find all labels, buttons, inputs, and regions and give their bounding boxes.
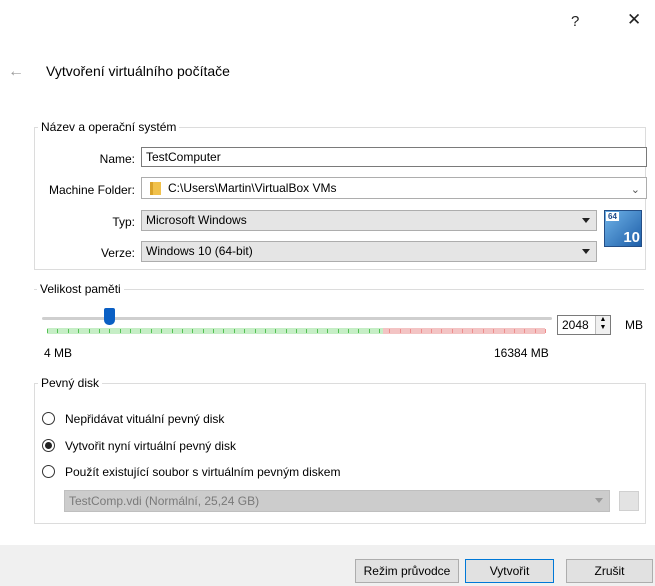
slider-tick	[306, 329, 307, 333]
version-value: Windows 10 (64-bit)	[146, 244, 253, 258]
slider-tick	[389, 329, 390, 333]
os-badge-10: 10	[623, 229, 640, 246]
slider-tick	[410, 329, 411, 333]
slider-tick	[524, 329, 525, 333]
name-label: Name:	[99, 152, 135, 166]
dialog-title: Vytvoření virtuálního počítače	[46, 63, 230, 79]
radio-no-disk-label: Nepřidávat vituální pevný disk	[65, 412, 225, 426]
slider-tick	[99, 329, 100, 333]
slider-tick	[255, 329, 256, 333]
dropdown-arrow-icon	[595, 498, 603, 503]
slider-tick	[296, 329, 297, 333]
slider-tick	[89, 329, 90, 333]
memory-spinbox[interactable]: 2048 ▲ ▼	[557, 315, 611, 335]
name-os-legend: Název a operační systém	[41, 120, 177, 134]
existing-disk-value: TestComp.vdi (Normální, 25,24 GB)	[69, 494, 260, 508]
memory-value: 2048	[562, 318, 589, 332]
cancel-button[interactable]: Zrušit	[566, 559, 653, 583]
slider-tick	[203, 329, 204, 333]
slider-tick	[244, 329, 245, 333]
slider-tick	[400, 329, 401, 333]
type-label: Typ:	[112, 215, 135, 229]
slider-tick	[265, 329, 266, 333]
back-arrow-icon[interactable]: ←	[8, 63, 24, 81]
slider-tick	[545, 329, 546, 333]
slider-tick	[462, 329, 463, 333]
slider-tick	[535, 329, 536, 333]
version-select[interactable]: Windows 10 (64-bit)	[141, 241, 597, 262]
dropdown-arrow-icon	[582, 218, 590, 223]
slider-tick	[161, 329, 162, 333]
slider-tick	[68, 329, 69, 333]
spin-arrows-icon[interactable]: ▲ ▼	[595, 316, 610, 334]
slider-tick	[130, 329, 131, 333]
slider-tick	[379, 329, 380, 333]
radio-no-disk[interactable]	[42, 412, 55, 425]
type-select[interactable]: Microsoft Windows	[141, 210, 597, 231]
memory-unit: MB	[625, 318, 643, 332]
folder-icon	[150, 182, 161, 195]
slider-tick	[317, 329, 318, 333]
help-button[interactable]: ?	[571, 13, 579, 30]
memory-min-label: 4 MB	[44, 346, 73, 360]
slider-tick	[493, 329, 494, 333]
radio-existing-disk-label: Použít existující soubor s virtuálním pe…	[65, 465, 341, 479]
slider-tick	[140, 329, 141, 333]
radio-create-disk-label: Vytvořit nyní virtuální pevný disk	[65, 439, 236, 453]
os-badge-64: 64	[606, 212, 619, 221]
slider-tick	[483, 329, 484, 333]
version-label: Verze:	[100, 246, 135, 260]
slider-tick	[421, 329, 422, 333]
slider-tick	[78, 329, 79, 333]
wizard-mode-button[interactable]: Režim průvodce	[355, 559, 459, 583]
slider-ticks	[47, 328, 546, 334]
slider-tick	[182, 329, 183, 333]
footer-bar	[0, 545, 655, 586]
slider-tick	[348, 329, 349, 333]
slider-groove	[42, 317, 552, 320]
radio-existing-disk[interactable]	[42, 465, 55, 478]
machine-folder-combo[interactable]: C:\Users\Martin\VirtualBox VMs ⌄	[141, 177, 647, 199]
slider-tick	[358, 329, 359, 333]
machine-folder-label: Machine Folder:	[48, 183, 135, 197]
chevron-down-icon: ⌄	[630, 184, 640, 196]
type-value: Microsoft Windows	[146, 213, 247, 227]
dropdown-arrow-icon	[582, 249, 590, 254]
slider-tick	[431, 329, 432, 333]
slider-tick	[472, 329, 473, 333]
slider-tick	[338, 329, 339, 333]
slider-tick	[151, 329, 152, 333]
hard-disk-legend: Pevný disk	[41, 376, 100, 390]
machine-folder-value: C:\Users\Martin\VirtualBox VMs	[168, 181, 337, 195]
slider-tick	[192, 329, 193, 333]
memory-max-label: 16384 MB	[494, 346, 549, 360]
slider-thumb[interactable]	[104, 308, 116, 325]
slider-tick	[57, 329, 58, 333]
slider-tick	[172, 329, 173, 333]
slider-tick	[109, 329, 110, 333]
slider-tick	[120, 329, 121, 333]
slider-tick	[275, 329, 276, 333]
memory-slider[interactable]	[42, 306, 552, 338]
radio-create-disk[interactable]	[42, 439, 55, 452]
slider-tick	[327, 329, 328, 333]
create-button[interactable]: Vytvořit	[465, 559, 554, 583]
slider-tick	[452, 329, 453, 333]
memory-legend: Velikost paměti	[40, 282, 121, 296]
slider-tick	[369, 329, 370, 333]
name-input[interactable]: TestComputer	[141, 147, 647, 167]
slider-tick	[213, 329, 214, 333]
choose-disk-file-icon[interactable]	[619, 491, 639, 511]
slider-tick	[514, 329, 515, 333]
slider-tick	[504, 329, 505, 333]
close-button[interactable]: ✕	[627, 10, 641, 30]
slider-tick	[286, 329, 287, 333]
windows-10-os-icon: 64 10	[604, 210, 642, 247]
slider-tick	[441, 329, 442, 333]
slider-tick	[47, 329, 48, 333]
slider-tick	[223, 329, 224, 333]
slider-tick	[234, 329, 235, 333]
existing-disk-select[interactable]: TestComp.vdi (Normální, 25,24 GB)	[64, 490, 610, 512]
